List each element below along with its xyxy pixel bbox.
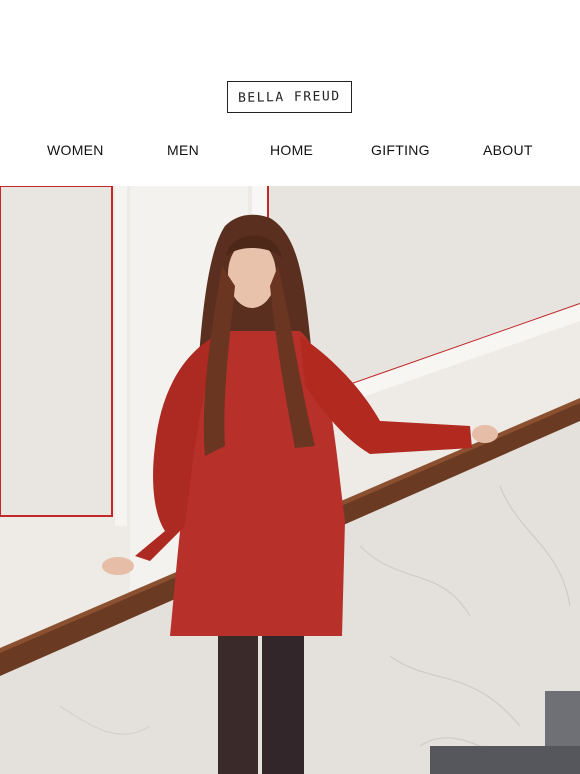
email-header: BELLA FREUD WOMEN MEN HOME GIFTING ABOUT <box>0 0 580 186</box>
nav-item-men[interactable]: MEN <box>167 142 199 158</box>
brand-logo-text: BELLA FREUD <box>238 88 341 106</box>
nav-item-home[interactable]: HOME <box>270 142 313 158</box>
nav-item-gifting[interactable]: GIFTING <box>371 142 430 158</box>
hero-photo-illustration <box>0 186 580 774</box>
brand-logo[interactable]: BELLA FREUD <box>227 81 352 113</box>
hero-image[interactable] <box>0 186 580 774</box>
nav-item-women[interactable]: WOMEN <box>47 142 104 158</box>
nav-item-about[interactable]: ABOUT <box>483 142 533 158</box>
main-nav: WOMEN MEN HOME GIFTING ABOUT <box>0 142 580 162</box>
